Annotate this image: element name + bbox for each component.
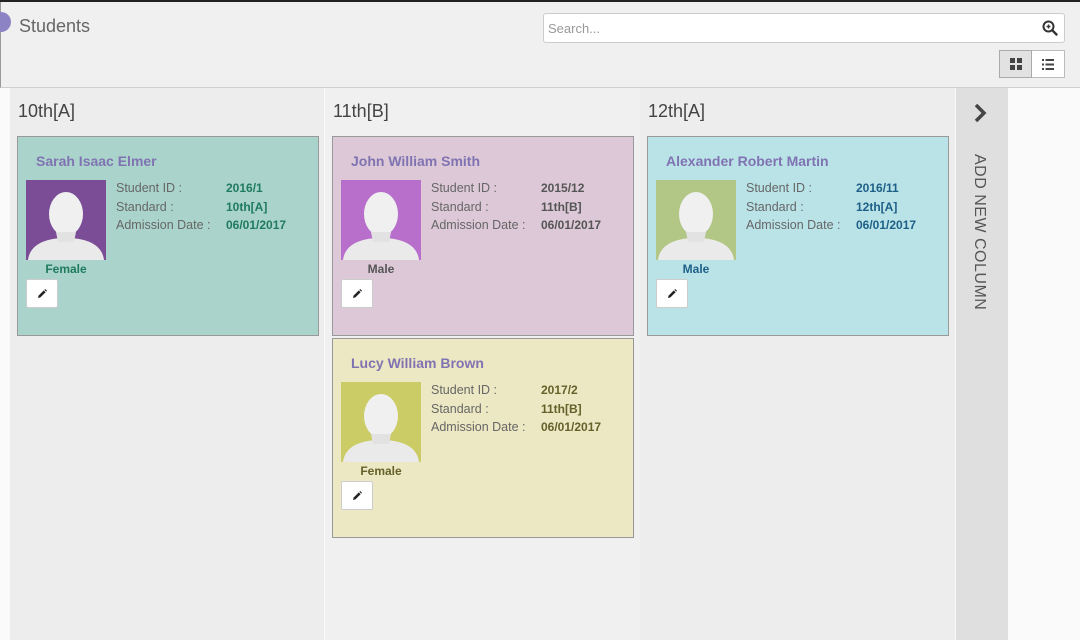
avatar-placeholder-icon bbox=[658, 192, 734, 260]
student-fields: Student ID : 2015/12 Standard : 11th[B] Ad… bbox=[431, 181, 601, 237]
control-panel: Students bbox=[0, 2, 1080, 88]
kanban-board: 10th[A] Sarah Isaac Elmer Female Student… bbox=[0, 88, 1080, 640]
student-gender: Female bbox=[360, 464, 402, 478]
student-name: John William Smith bbox=[351, 153, 480, 169]
admission-date-value: 06/01/2017 bbox=[226, 218, 287, 232]
standard-label: Standard : bbox=[746, 199, 804, 214]
student-id-value: 2017/2 bbox=[541, 383, 578, 397]
student-name: Lucy William Brown bbox=[351, 355, 484, 371]
admission-date-value: 06/01/2017 bbox=[541, 218, 602, 232]
avatar bbox=[341, 382, 421, 462]
standard-value: 10th[A] bbox=[226, 199, 268, 214]
column-title[interactable]: 12th[A] bbox=[648, 101, 705, 122]
student-card[interactable]: Lucy William Brown Female Student ID : 20… bbox=[332, 338, 634, 538]
standard-value: 11th[B] bbox=[541, 199, 582, 214]
admission-date-value: 06/01/2017 bbox=[541, 420, 602, 434]
view-switcher bbox=[999, 50, 1065, 78]
avatar-placeholder-icon bbox=[343, 394, 419, 462]
list-icon bbox=[1042, 58, 1054, 70]
chevron-right-icon[interactable] bbox=[972, 102, 990, 124]
admission-date-label: Admission Date : bbox=[746, 218, 841, 232]
kanban-column-10th-a: 10th[A] Sarah Isaac Elmer Female Student… bbox=[10, 88, 324, 640]
kanban-column-11th-b: 11th[B] John William Smith Male Student … bbox=[325, 88, 640, 640]
student-id-label: Student ID : bbox=[746, 181, 813, 195]
student-fields: Student ID : 2016/11 Standard : 12th[A] Ad… bbox=[746, 181, 916, 237]
student-card[interactable]: Sarah Isaac Elmer Female Student ID : 201… bbox=[17, 136, 319, 336]
grid-icon bbox=[1009, 58, 1022, 70]
search-box[interactable] bbox=[543, 13, 1065, 43]
add-new-column-label[interactable]: ADD NEW COLUMN bbox=[970, 154, 988, 310]
avatar bbox=[341, 180, 421, 260]
search-icon[interactable] bbox=[1042, 20, 1058, 36]
student-gender: Female bbox=[45, 262, 87, 276]
edit-button[interactable] bbox=[656, 279, 688, 308]
student-id-value: 2016/1 bbox=[226, 181, 263, 195]
admission-date-value: 06/01/2017 bbox=[856, 218, 917, 232]
kanban-column-12th-a: 12th[A] Alexander Robert Martin Male Stu… bbox=[640, 88, 955, 640]
pencil-icon bbox=[353, 288, 362, 298]
student-card[interactable]: Alexander Robert Martin Male Student ID … bbox=[647, 136, 949, 336]
avatar-placeholder-icon bbox=[343, 192, 419, 260]
student-id-value: 2016/11 bbox=[856, 181, 899, 195]
avatar bbox=[26, 180, 106, 260]
pencil-icon bbox=[353, 490, 362, 500]
standard-label: Standard : bbox=[431, 401, 489, 416]
kanban-view-button[interactable] bbox=[999, 50, 1032, 78]
student-id-label: Student ID : bbox=[431, 181, 498, 195]
page-title: Students bbox=[19, 16, 91, 36]
student-name: Sarah Isaac Elmer bbox=[36, 153, 157, 169]
student-id-label: Student ID : bbox=[116, 181, 183, 195]
student-gender: Male bbox=[367, 262, 395, 276]
admission-date-label: Admission Date : bbox=[431, 218, 526, 232]
column-title[interactable]: 11th[B] bbox=[333, 101, 389, 122]
student-card[interactable]: John William Smith Male Student ID : 2015… bbox=[332, 136, 634, 336]
standard-label: Standard : bbox=[431, 199, 489, 214]
app-menu-icon[interactable] bbox=[0, 12, 11, 32]
standard-value: 11th[B] bbox=[541, 401, 582, 416]
edit-button[interactable] bbox=[26, 279, 58, 308]
student-gender: Male bbox=[682, 262, 710, 276]
pencil-icon bbox=[668, 288, 677, 298]
student-id-value: 2015/12 bbox=[541, 181, 585, 195]
pencil-icon bbox=[38, 288, 47, 298]
search-input[interactable] bbox=[548, 18, 1028, 38]
student-name: Alexander Robert Martin bbox=[666, 153, 829, 169]
admission-date-label: Admission Date : bbox=[431, 420, 526, 434]
edit-button[interactable] bbox=[341, 481, 373, 510]
avatar-placeholder-icon bbox=[28, 192, 104, 260]
column-title[interactable]: 10th[A] bbox=[18, 101, 75, 122]
add-new-column[interactable]: ADD NEW COLUMN bbox=[956, 88, 1008, 640]
avatar bbox=[656, 180, 736, 260]
student-fields: Student ID : 2017/2 Standard : 11th[B] Adm… bbox=[431, 383, 601, 439]
student-id-label: Student ID : bbox=[431, 383, 498, 397]
standard-label: Standard : bbox=[116, 199, 174, 214]
admission-date-label: Admission Date : bbox=[116, 218, 211, 232]
edit-button[interactable] bbox=[341, 279, 373, 308]
student-fields: Student ID : 2016/1 Standard : 10th[A] Adm… bbox=[116, 181, 286, 237]
standard-value: 12th[A] bbox=[856, 199, 898, 214]
list-view-button[interactable] bbox=[1032, 50, 1065, 78]
